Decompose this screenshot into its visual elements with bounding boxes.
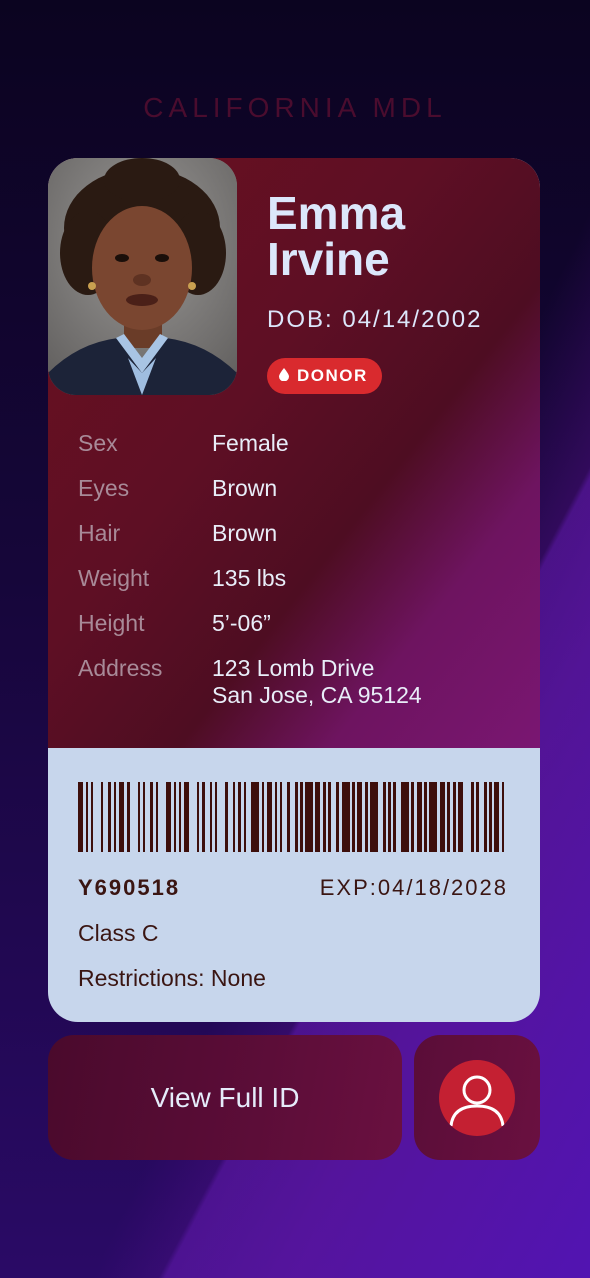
barcode-bar	[238, 782, 241, 852]
barcode-bar	[251, 782, 259, 852]
address-line-1: 123 Lomb Drive	[212, 655, 375, 681]
barcode-bar	[101, 782, 103, 852]
barcode	[78, 782, 504, 852]
barcode-bar	[86, 782, 88, 852]
user-icon	[439, 1059, 515, 1136]
barcode-bar	[156, 782, 158, 852]
barcode-bar	[244, 782, 246, 852]
barcode-bar	[401, 782, 409, 852]
license-number: Y690518	[78, 875, 181, 900]
barcode-bar	[119, 782, 124, 852]
detail-value-address: 123 Lomb Drive San Jose, CA 95124	[212, 655, 422, 709]
barcode-bar	[233, 782, 235, 852]
detail-label: Eyes	[78, 475, 130, 501]
barcode-bar	[417, 782, 422, 852]
barcode-bar	[352, 782, 355, 852]
barcode-bar	[114, 782, 116, 852]
barcode-bar	[411, 782, 414, 852]
drop-icon	[279, 366, 289, 386]
barcode-bar	[91, 782, 93, 852]
barcode-bar	[127, 782, 130, 852]
barcode-bar	[280, 782, 282, 852]
portrait-photo	[48, 158, 237, 395]
barcode-bar	[150, 782, 153, 852]
detail-label: Address	[78, 655, 163, 681]
detail-value: Female	[212, 430, 289, 456]
barcode-bar	[447, 782, 450, 852]
license-card-top: Emma Irvine DOB: 04/14/2002 DONOR Sex Fe…	[48, 158, 540, 748]
state-title: CALIFORNIA MDL	[143, 92, 447, 123]
barcode-bar	[287, 782, 290, 852]
barcode-bar	[143, 782, 145, 852]
barcode-bar	[471, 782, 474, 852]
detail-label: Hair	[78, 520, 121, 546]
detail-label: Height	[78, 610, 145, 636]
barcode-bar	[453, 782, 456, 852]
detail-label: Sex	[78, 430, 118, 456]
holder-first-name: Emma	[267, 187, 406, 239]
donor-badge: DONOR	[267, 358, 382, 394]
barcode-bar	[202, 782, 205, 852]
barcode-bar	[174, 782, 176, 852]
barcode-bar	[108, 782, 111, 852]
barcode-bar	[393, 782, 396, 852]
license-card: Emma Irvine DOB: 04/14/2002 DONOR Sex Fe…	[48, 158, 540, 1022]
barcode-bar	[78, 782, 83, 852]
barcode-bar	[295, 782, 298, 852]
barcode-bar	[502, 782, 504, 852]
barcode-bar	[197, 782, 199, 852]
barcode-bar	[328, 782, 331, 852]
expiration-date: EXP:04/18/2028	[319, 875, 508, 900]
barcode-bar	[267, 782, 272, 852]
date-of-birth: DOB: 04/14/2002	[267, 306, 483, 333]
barcode-bar	[484, 782, 487, 852]
barcode-bar	[210, 782, 212, 852]
barcode-bar	[275, 782, 277, 852]
barcode-bar	[166, 782, 171, 852]
detail-value: 135 lbs	[212, 565, 287, 591]
barcode-bar	[476, 782, 479, 852]
detail-value: Brown	[212, 520, 278, 546]
view-full-id-button[interactable]: View Full ID	[48, 1035, 402, 1160]
donor-label: DONOR	[297, 366, 368, 385]
barcode-bar	[383, 782, 386, 852]
barcode-bar	[424, 782, 427, 852]
barcode-bar	[225, 782, 228, 852]
barcode-bar	[370, 782, 378, 852]
barcode-bar	[336, 782, 339, 852]
holder-name: Emma Irvine	[267, 190, 527, 282]
detail-label: Weight	[78, 565, 150, 591]
barcode-bar	[357, 782, 362, 852]
barcode-bar	[179, 782, 181, 852]
address-line-2: San Jose, CA 95124	[212, 682, 422, 708]
barcode-bar	[388, 782, 391, 852]
restrictions: Restrictions: None	[78, 965, 266, 991]
barcode-bar	[315, 782, 320, 852]
barcode-bar	[440, 782, 445, 852]
barcode-bar	[323, 782, 326, 852]
view-full-id-label: View Full ID	[150, 1081, 300, 1113]
barcode-bar	[458, 782, 463, 852]
barcode-bar	[215, 782, 217, 852]
barcode-bar	[494, 782, 499, 852]
barcode-bar	[429, 782, 437, 852]
barcode-bar	[489, 782, 492, 852]
barcode-bar	[138, 782, 140, 852]
holder-last-name: Irvine	[267, 233, 390, 285]
barcode-bar	[184, 782, 189, 852]
barcode-bar	[342, 782, 350, 852]
barcode-bar	[300, 782, 303, 852]
barcode-bar	[365, 782, 368, 852]
detail-value: Brown	[212, 475, 278, 501]
detail-value: 5’-06”	[212, 610, 271, 636]
barcode-bar	[262, 782, 264, 852]
barcode-bar	[305, 782, 313, 852]
profile-button[interactable]	[414, 1035, 540, 1160]
license-class: Class C	[78, 920, 159, 946]
